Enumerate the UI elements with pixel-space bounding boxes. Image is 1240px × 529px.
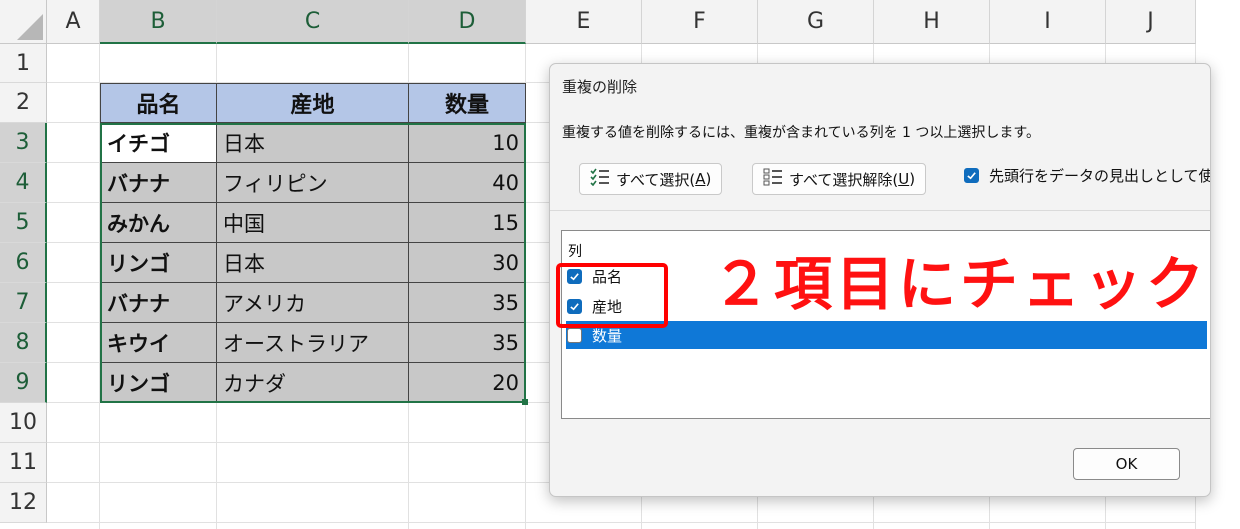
column-header[interactable]: I — [990, 0, 1106, 44]
annotation-highlight-box — [556, 263, 668, 328]
dialog-divider — [550, 210, 1210, 211]
table-header-cell[interactable]: 数量 — [409, 83, 526, 123]
column-header[interactable]: G — [758, 0, 874, 44]
select-all-accesskey: A — [695, 170, 706, 188]
column-header[interactable]: F — [642, 0, 758, 44]
select-all-corner[interactable] — [0, 0, 47, 44]
gridline-horizontal — [47, 522, 1196, 523]
columns-list-header: 列 — [568, 244, 582, 260]
row-header[interactable]: 12 — [0, 483, 47, 523]
unselect-all-button[interactable]: すべて選択解除(U) — [752, 163, 927, 195]
table-cell[interactable]: 中国 — [217, 203, 409, 243]
table-cell[interactable]: アメリカ — [217, 283, 409, 323]
column-header[interactable]: D — [409, 0, 526, 44]
table-cell[interactable]: リンゴ — [100, 363, 217, 403]
header-row-check-icon — [964, 168, 979, 183]
row-header[interactable]: 11 — [0, 443, 47, 483]
dialog-title: 重複の削除 — [562, 78, 638, 96]
table-cell[interactable]: イチゴ — [100, 123, 217, 163]
table-cell[interactable]: 日本 — [217, 243, 409, 283]
table-cell[interactable]: 日本 — [217, 123, 409, 163]
table-cell[interactable]: みかん — [100, 203, 217, 243]
row-header[interactable]: 2 — [0, 83, 47, 123]
table-cell[interactable]: オーストラリア — [217, 323, 409, 363]
table-cell[interactable]: バナナ — [100, 283, 217, 323]
table-cell[interactable]: 20 — [409, 363, 526, 403]
row-header[interactable]: 3 — [0, 123, 47, 163]
header-row-checkbox-label: 先頭行をデータの見出しとして使 — [989, 167, 1211, 185]
row-header[interactable]: 4 — [0, 163, 47, 203]
column-header[interactable]: B — [100, 0, 217, 44]
column-header[interactable]: A — [47, 0, 100, 44]
select-all-suffix: ) — [705, 170, 712, 188]
row-header[interactable]: 10 — [0, 403, 47, 443]
table-cell[interactable]: バナナ — [100, 163, 217, 203]
table-cell[interactable]: 30 — [409, 243, 526, 283]
select-all-prefix: すべて選択( — [616, 170, 696, 189]
select-all-button[interactable]: すべて選択(A) — [579, 163, 723, 195]
row-header[interactable]: 1 — [0, 44, 47, 83]
table-cell[interactable]: 40 — [409, 163, 526, 203]
select-all-triangle-icon — [17, 14, 43, 40]
table-header-cell[interactable]: 品名 — [100, 83, 217, 123]
table-cell[interactable]: 35 — [409, 283, 526, 323]
table-cell[interactable]: カナダ — [217, 363, 409, 403]
ok-button[interactable]: OK — [1073, 448, 1180, 480]
row-header[interactable]: 9 — [0, 363, 47, 403]
table-header-cell[interactable]: 産地 — [217, 83, 409, 123]
dialog-description: 重複する値を削除するには、重複が含まれている列を 1 つ以上選択します。 — [562, 125, 1040, 141]
table-cell[interactable]: フィリピン — [217, 163, 409, 203]
header-row-checkbox[interactable]: 先頭行をデータの見出しとして使 — [964, 165, 1211, 186]
row-header[interactable]: 5 — [0, 203, 47, 243]
unselect-all-suffix: ) — [909, 170, 916, 188]
fill-handle[interactable] — [522, 399, 528, 405]
table-cell[interactable]: リンゴ — [100, 243, 217, 283]
unselect-all-prefix: すべて選択解除( — [789, 170, 899, 189]
column-header[interactable]: C — [217, 0, 409, 44]
table-cell[interactable]: キウイ — [100, 323, 217, 363]
column-header[interactable]: H — [874, 0, 990, 44]
checkbox-unchecked-icon[interactable] — [567, 327, 582, 343]
table-cell[interactable]: 35 — [409, 323, 526, 363]
row-header[interactable]: 6 — [0, 243, 47, 283]
row-header[interactable]: 7 — [0, 283, 47, 323]
column-header[interactable]: J — [1106, 0, 1196, 44]
column-header[interactable]: E — [526, 0, 642, 44]
table-cell[interactable]: 15 — [409, 203, 526, 243]
select-all-icon — [590, 168, 610, 190]
annotation-text: ２項目にチェック — [712, 250, 1209, 318]
table-cell[interactable]: 10 — [409, 123, 526, 163]
unselect-all-icon — [763, 168, 783, 190]
unselect-all-accesskey: U — [898, 170, 910, 188]
row-header[interactable]: 8 — [0, 323, 47, 363]
